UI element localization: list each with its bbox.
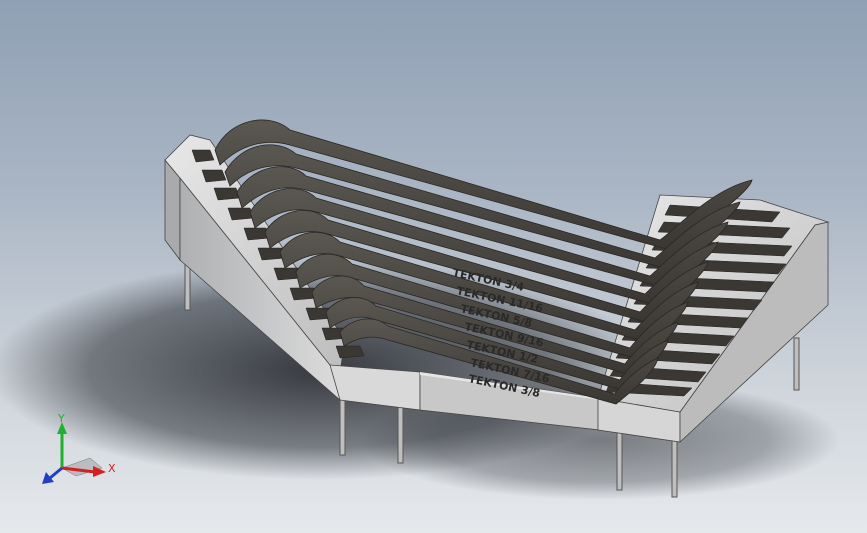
x-axis-label: X <box>108 462 116 475</box>
leg <box>339 394 346 456</box>
leg <box>671 439 678 498</box>
slot <box>335 345 365 359</box>
slot <box>227 207 255 221</box>
wrench-organizer-model[interactable]: TEKTON 3/4 TEKTON 11/16 TEKTON 5/8 TEKTO… <box>0 0 867 533</box>
slot <box>191 149 215 163</box>
y-axis-label: Y <box>57 412 65 425</box>
graphics-viewport[interactable]: TEKTON 3/4 TEKTON 11/16 TEKTON 5/8 TEKTO… <box>0 0 867 533</box>
slot <box>201 169 227 183</box>
leg <box>616 429 623 491</box>
coordinate-triad[interactable]: Y X <box>40 410 120 490</box>
slot <box>213 187 241 201</box>
z-axis-line <box>49 466 63 480</box>
leg <box>397 404 404 464</box>
leg <box>793 337 800 391</box>
